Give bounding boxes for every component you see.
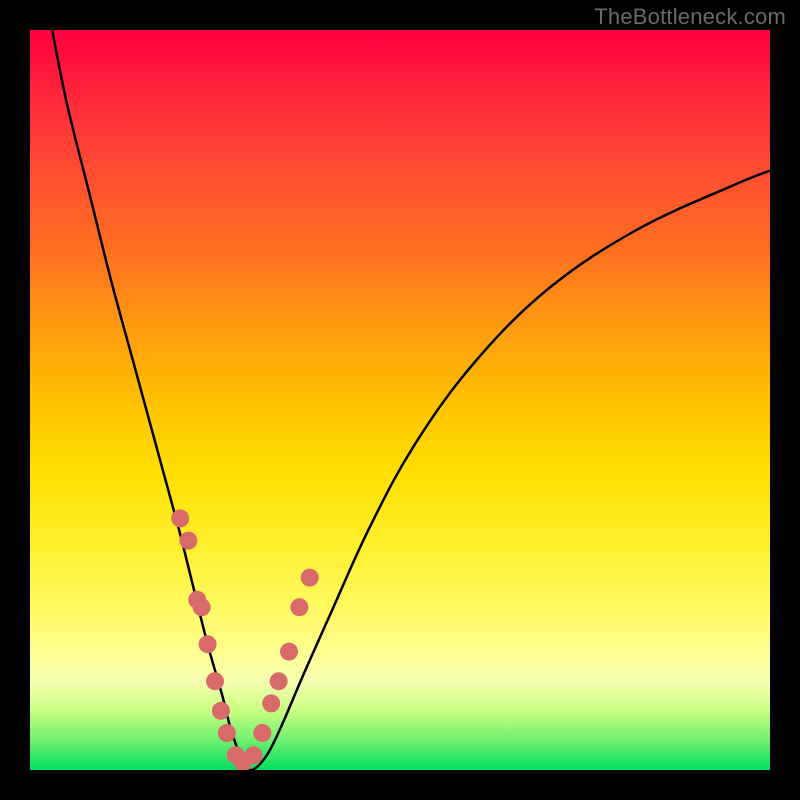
highlight-dot [212, 702, 230, 720]
watermark-text: TheBottleneck.com [594, 4, 786, 30]
marker-group [171, 509, 319, 770]
highlight-dot [199, 635, 217, 653]
highlight-dot [171, 509, 189, 527]
bottleneck-curve [52, 30, 770, 770]
highlight-dot [262, 694, 280, 712]
highlight-dot [206, 672, 224, 690]
highlight-dot [193, 598, 211, 616]
highlight-dot [270, 672, 288, 690]
highlight-dot [244, 746, 262, 764]
chart-svg [30, 30, 770, 770]
plot-area [30, 30, 770, 770]
highlight-dot [290, 598, 308, 616]
highlight-dot [301, 569, 319, 587]
highlight-dot [179, 532, 197, 550]
highlight-dot [253, 724, 271, 742]
highlight-dot [218, 724, 236, 742]
highlight-dot [280, 643, 298, 661]
chart-frame: TheBottleneck.com [0, 0, 800, 800]
